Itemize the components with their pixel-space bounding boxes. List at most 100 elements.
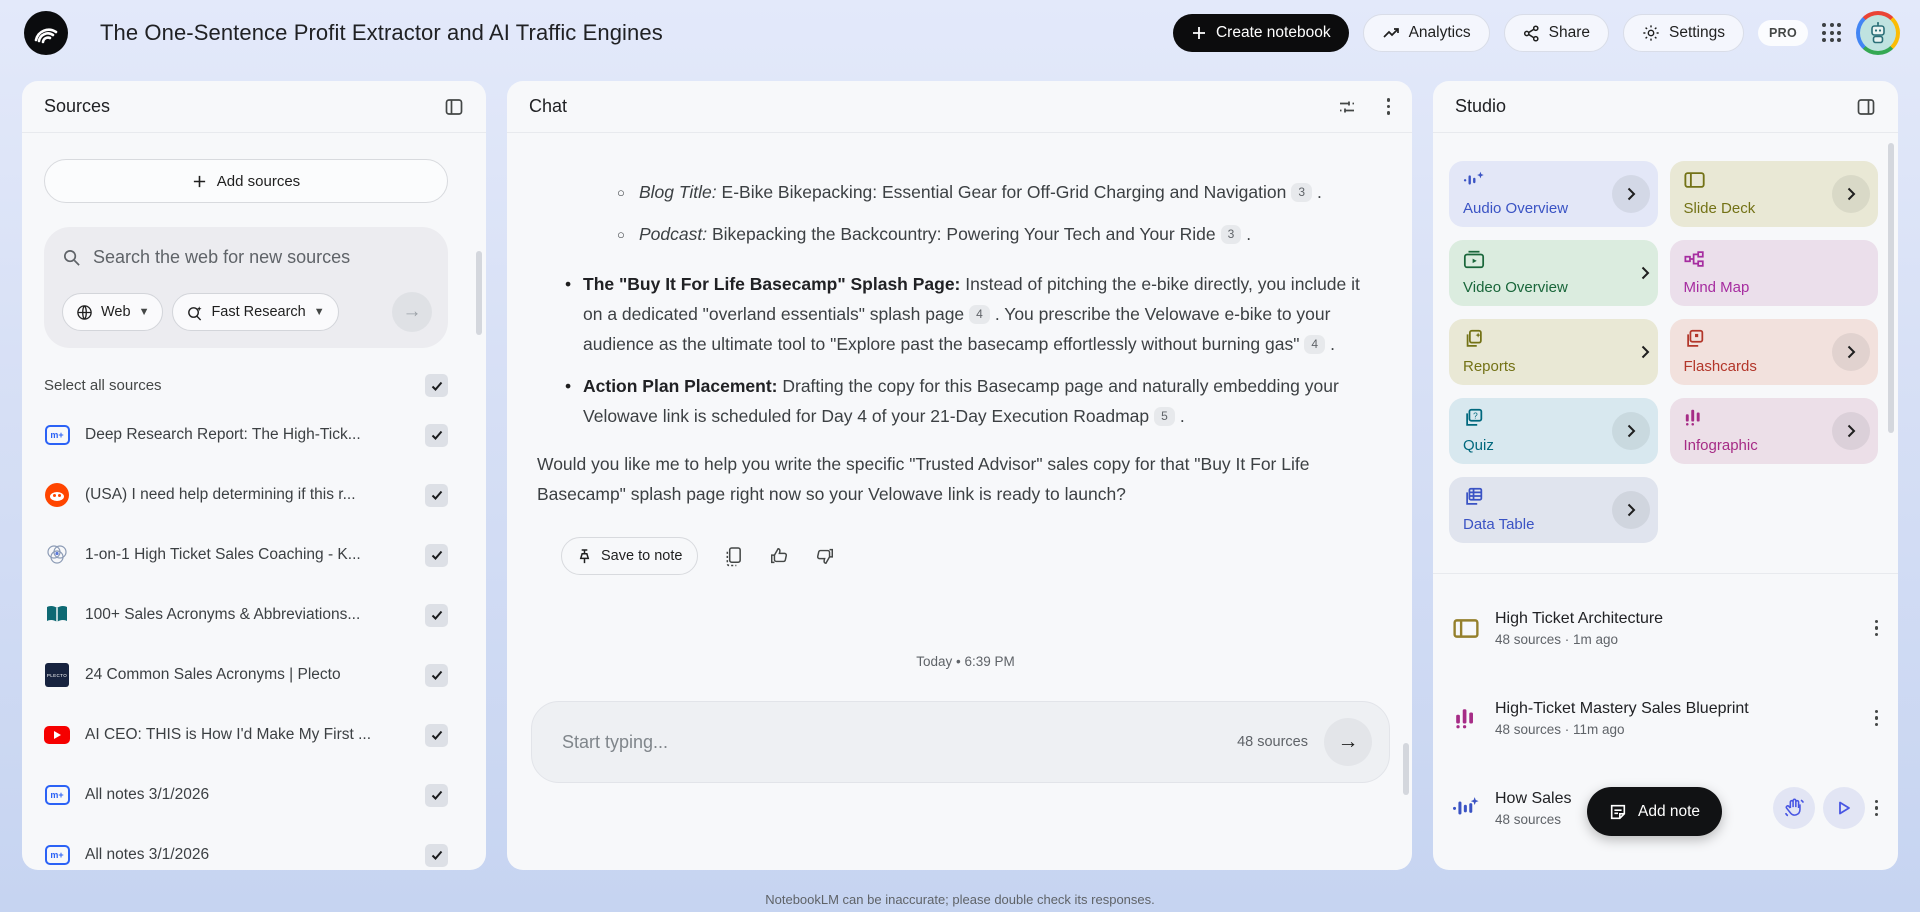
copy-icon[interactable]: [724, 546, 743, 567]
web-source-dropdown[interactable]: Web ▼: [62, 293, 164, 331]
source-checkbox[interactable]: [425, 843, 448, 867]
source-row[interactable]: PLECTO 24 Common Sales Acronyms | Plecto: [44, 645, 448, 705]
source-list: m+ Deep Research Report: The High-Tick..…: [44, 405, 464, 870]
citation-chip[interactable]: 4: [969, 305, 990, 324]
source-checkbox[interactable]: [425, 603, 448, 627]
source-checkbox[interactable]: [425, 663, 448, 687]
chevron-right-icon[interactable]: [1640, 266, 1650, 280]
infographic-card[interactable]: Infographic: [1669, 398, 1878, 464]
quiz-icon: ?: [1466, 408, 1483, 426]
check-icon: [431, 670, 442, 680]
source-row[interactable]: AI CEO: THIS is How I'd Make My First ..…: [44, 705, 448, 765]
chat-input-box[interactable]: Start typing... 48 sources →: [531, 701, 1390, 783]
source-row[interactable]: 100+ Sales Acronyms & Abbreviations...: [44, 585, 448, 645]
add-note-button[interactable]: Add note: [1587, 787, 1723, 836]
chevron-right-icon[interactable]: [1832, 175, 1870, 213]
video-overview-card[interactable]: Video Overview: [1449, 240, 1658, 306]
data-table-icon: [1466, 487, 1483, 505]
mind-map-card[interactable]: Mind Map: [1669, 240, 1878, 306]
note-meta: 48 sources · 11m ago: [1495, 721, 1625, 737]
source-title: AI CEO: THIS is How I'd Make My First ..…: [85, 726, 372, 743]
chat-settings-icon[interactable]: [1337, 97, 1357, 117]
check-icon: [431, 730, 442, 740]
analytics-button[interactable]: Analytics: [1362, 14, 1490, 52]
citation-chip[interactable]: 3: [1291, 183, 1313, 202]
audio-overview-card[interactable]: Audio Overview: [1449, 161, 1658, 227]
create-notebook-button[interactable]: Create notebook: [1172, 14, 1349, 52]
source-row[interactable]: 1-on-1 High Ticket Sales Coaching - K...: [44, 525, 448, 585]
chevron-right-icon[interactable]: [1611, 491, 1650, 529]
slide-deck-card[interactable]: Slide Deck: [1669, 161, 1878, 227]
source-row[interactable]: m+ All notes 3/1/2026: [44, 765, 448, 825]
save-to-note-label: Save to note: [601, 548, 683, 564]
play-audio-button[interactable]: [1822, 787, 1865, 829]
source-row[interactable]: (USA) I need help determining if this r.…: [44, 465, 448, 525]
source-checkbox[interactable]: [425, 723, 448, 747]
citation-chip[interactable]: 3: [1220, 225, 1242, 244]
apps-grid-icon[interactable]: [1822, 23, 1842, 43]
search-input[interactable]: Search the web for new sources: [93, 247, 350, 268]
check-icon: [431, 850, 442, 860]
source-checkbox[interactable]: [425, 783, 448, 807]
chat-more-menu-icon[interactable]: [1386, 98, 1390, 115]
settings-button[interactable]: Settings: [1622, 14, 1744, 52]
chevron-right-icon[interactable]: [1832, 333, 1870, 371]
studio-scrollbar[interactable]: [1888, 143, 1894, 433]
message-actions: Save to note: [561, 537, 1366, 575]
select-all-row: Select all sources: [44, 374, 448, 397]
source-title: 1-on-1 High Ticket Sales Coaching - K...: [85, 546, 361, 563]
note-title: How Sales: [1495, 789, 1572, 807]
add-sources-button[interactable]: Add sources: [44, 159, 448, 203]
chevron-right-icon[interactable]: [1611, 412, 1650, 450]
source-title: 24 Common Sales Acronyms | Plecto: [85, 666, 341, 683]
source-row[interactable]: m+ All notes 3/1/2026: [44, 825, 448, 870]
source-row[interactable]: m+ Deep Research Report: The High-Tick..…: [44, 405, 448, 465]
audio-waveform-icon: [1451, 797, 1481, 819]
sources-panel: Sources Add sources Search the web for n…: [22, 81, 486, 870]
chevron-right-icon[interactable]: [1640, 345, 1650, 359]
interactive-mode-button[interactable]: [1772, 787, 1815, 829]
citation-chip[interactable]: 5: [1154, 407, 1175, 426]
venn-diagram-icon: [44, 543, 70, 567]
select-all-checkbox[interactable]: [425, 374, 448, 397]
flashcards-card[interactable]: Flashcards: [1669, 319, 1878, 385]
notebook-title[interactable]: The One-Sentence Profit Extractor and AI…: [100, 20, 663, 46]
infographic-icon: [1685, 409, 1700, 426]
chevron-right-icon[interactable]: [1611, 175, 1650, 213]
sources-panel-title: Sources: [44, 96, 111, 116]
user-avatar[interactable]: [1856, 11, 1900, 55]
chat-scrollbar[interactable]: [1403, 743, 1409, 795]
youtube-icon: [44, 726, 70, 744]
data-table-card[interactable]: Data Table: [1449, 477, 1658, 543]
chevron-right-icon[interactable]: [1832, 412, 1870, 450]
chat-input-placeholder[interactable]: Start typing...: [562, 732, 668, 753]
waving-hand-icon: [1784, 798, 1804, 817]
source-checkbox[interactable]: [425, 483, 448, 507]
notebooklm-logo-icon[interactable]: [24, 11, 68, 55]
collapse-studio-panel-icon[interactable]: [1856, 97, 1876, 117]
video-overview-icon: [1463, 250, 1485, 269]
note-more-menu-icon[interactable]: [1874, 709, 1878, 727]
thumbs-down-icon[interactable]: [815, 546, 835, 566]
thumbs-up-icon[interactable]: [769, 546, 789, 566]
quiz-card[interactable]: ? Quiz: [1449, 398, 1658, 464]
card-label: Quiz: [1463, 437, 1494, 454]
source-checkbox[interactable]: [425, 543, 448, 567]
send-message-button[interactable]: →: [1324, 718, 1372, 766]
source-checkbox[interactable]: [425, 423, 448, 447]
search-submit-button[interactable]: →: [392, 292, 432, 332]
bullet-lead: Action Plan Placement:: [583, 376, 778, 396]
sources-scrollbar[interactable]: [476, 251, 482, 335]
share-button[interactable]: Share: [1503, 14, 1609, 52]
note-item[interactable]: High Ticket Architecture 48 sources · 1m…: [1451, 592, 1878, 664]
chat-sub-bullet: ○ Podcast: Bikepacking the Backcountry: …: [617, 219, 1366, 249]
save-to-note-button[interactable]: Save to note: [561, 537, 699, 575]
collapse-sources-panel-icon[interactable]: [444, 97, 464, 117]
chevron-down-icon: ▼: [313, 306, 325, 318]
note-more-menu-icon[interactable]: [1874, 799, 1878, 817]
note-item[interactable]: High-Ticket Mastery Sales Blueprint 48 s…: [1451, 682, 1878, 754]
research-mode-dropdown[interactable]: Fast Research ▼: [172, 293, 339, 331]
reports-card[interactable]: Reports: [1449, 319, 1658, 385]
note-more-menu-icon[interactable]: [1874, 619, 1878, 637]
citation-chip[interactable]: 4: [1304, 335, 1326, 354]
